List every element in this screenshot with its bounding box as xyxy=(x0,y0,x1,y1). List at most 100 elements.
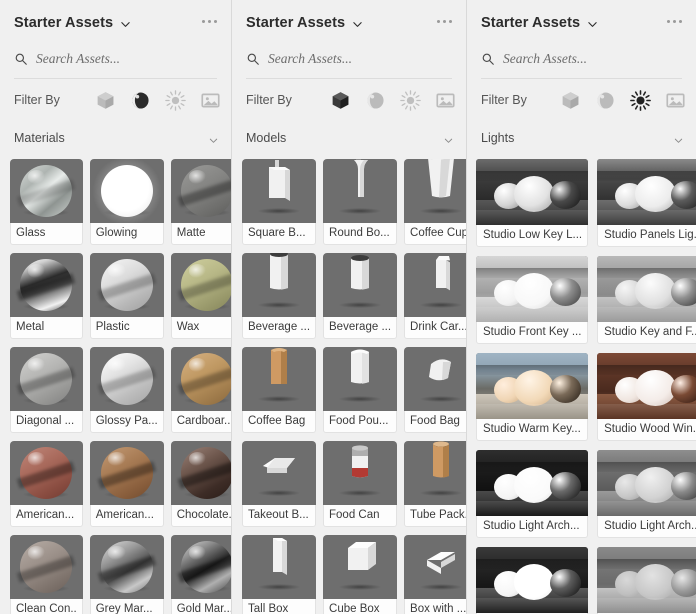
model-cube-icon[interactable] xyxy=(560,90,581,111)
asset-thumbnail[interactable] xyxy=(404,441,466,505)
search-input[interactable] xyxy=(503,51,682,67)
asset-card[interactable]: Beverage ... xyxy=(323,253,398,339)
image-icon[interactable] xyxy=(435,90,456,111)
asset-card[interactable]: Studio Light Arch... xyxy=(476,450,589,538)
asset-card[interactable]: Clean Con.. xyxy=(10,535,83,614)
asset-thumbnail[interactable] xyxy=(323,441,398,505)
asset-card[interactable]: Plastic xyxy=(89,253,164,339)
asset-thumbnail[interactable] xyxy=(170,159,231,223)
search-input[interactable] xyxy=(268,51,452,67)
asset-card[interactable]: Beverage ... xyxy=(242,253,317,339)
asset-thumbnail[interactable] xyxy=(476,353,589,419)
asset-card[interactable]: Studio Wood Win... xyxy=(597,353,696,441)
asset-thumbnail[interactable] xyxy=(89,347,164,411)
asset-card[interactable]: Studio Panels Lig... xyxy=(597,159,696,247)
asset-card[interactable]: Studio Front Key ... xyxy=(476,256,589,344)
asset-thumbnail[interactable] xyxy=(170,347,231,411)
image-icon[interactable] xyxy=(200,90,221,111)
asset-thumbnail[interactable] xyxy=(597,256,696,322)
asset-card[interactable]: Round Bo... xyxy=(323,159,398,245)
section-header-models[interactable]: Models xyxy=(232,123,466,153)
asset-card[interactable]: Glowing xyxy=(89,159,164,245)
asset-thumbnail[interactable] xyxy=(404,253,466,317)
asset-thumbnail[interactable] xyxy=(597,353,696,419)
asset-thumbnail[interactable] xyxy=(89,253,164,317)
asset-card[interactable]: Food Can xyxy=(323,441,398,527)
asset-thumbnail[interactable] xyxy=(597,450,696,516)
search-input[interactable] xyxy=(36,51,217,67)
asset-thumbnail[interactable] xyxy=(10,159,83,223)
caret-down-icon[interactable] xyxy=(208,133,219,144)
light-sun-icon[interactable] xyxy=(165,89,186,111)
light-sun-icon[interactable] xyxy=(630,89,651,111)
asset-thumbnail[interactable] xyxy=(242,159,317,223)
asset-thumbnail[interactable] xyxy=(597,159,696,225)
asset-thumbnail[interactable] xyxy=(242,347,317,411)
image-icon[interactable] xyxy=(665,90,686,111)
asset-card[interactable]: Gold Mar... xyxy=(170,535,231,614)
asset-thumbnail[interactable] xyxy=(404,347,466,411)
material-sphere-icon[interactable] xyxy=(595,90,616,111)
model-cube-icon[interactable] xyxy=(330,90,351,111)
asset-thumbnail[interactable] xyxy=(170,535,231,599)
asset-card[interactable]: Tall Box xyxy=(242,535,317,614)
search-bar[interactable] xyxy=(0,42,231,76)
chevron-down-icon[interactable] xyxy=(587,19,598,30)
caret-down-icon[interactable] xyxy=(673,133,684,144)
asset-thumbnail[interactable] xyxy=(476,159,589,225)
section-header-materials[interactable]: Materials xyxy=(0,123,231,153)
asset-card[interactable]: Food Bag xyxy=(404,347,466,433)
asset-thumbnail[interactable] xyxy=(242,535,317,599)
asset-card[interactable]: Square B... xyxy=(242,159,317,245)
asset-card[interactable]: Studio Light Arch... xyxy=(476,547,589,614)
asset-thumbnail[interactable] xyxy=(597,547,696,613)
asset-card[interactable]: Coffee Cup xyxy=(404,159,466,245)
asset-card[interactable]: Metal xyxy=(10,253,83,339)
section-header-lights[interactable]: Lights xyxy=(467,123,696,153)
asset-card[interactable]: Cube Box xyxy=(323,535,398,614)
asset-thumbnail[interactable] xyxy=(476,450,589,516)
asset-card[interactable]: Studio Key and F... xyxy=(597,256,696,344)
search-bar[interactable] xyxy=(467,42,696,76)
search-bar[interactable] xyxy=(232,42,466,76)
asset-card[interactable]: Chocolate... xyxy=(170,441,231,527)
asset-thumbnail[interactable] xyxy=(323,535,398,599)
more-options-icon[interactable] xyxy=(667,20,682,26)
asset-card[interactable]: Food Pou... xyxy=(323,347,398,433)
model-cube-icon[interactable] xyxy=(95,90,116,111)
chevron-down-icon[interactable] xyxy=(352,19,363,30)
asset-thumbnail[interactable] xyxy=(89,535,164,599)
material-sphere-icon[interactable] xyxy=(130,90,151,111)
asset-card[interactable]: Wax xyxy=(170,253,231,339)
asset-thumbnail[interactable] xyxy=(404,159,466,223)
asset-thumbnail[interactable] xyxy=(10,441,83,505)
asset-card[interactable]: Tube Pack.. xyxy=(404,441,466,527)
asset-thumbnail[interactable] xyxy=(323,347,398,411)
asset-thumbnail[interactable] xyxy=(476,256,589,322)
asset-thumbnail[interactable] xyxy=(10,347,83,411)
asset-thumbnail[interactable] xyxy=(404,535,466,599)
asset-thumbnail[interactable] xyxy=(323,253,398,317)
asset-thumbnail[interactable] xyxy=(89,159,164,223)
asset-thumbnail[interactable] xyxy=(89,441,164,505)
light-sun-icon[interactable] xyxy=(400,89,421,111)
asset-thumbnail[interactable] xyxy=(170,441,231,505)
asset-card[interactable]: Glossy Pa... xyxy=(89,347,164,433)
caret-down-icon[interactable] xyxy=(443,133,454,144)
asset-thumbnail[interactable] xyxy=(242,253,317,317)
asset-card[interactable]: American... xyxy=(89,441,164,527)
asset-thumbnail[interactable] xyxy=(170,253,231,317)
asset-card[interactable]: Cardboar... xyxy=(170,347,231,433)
asset-card[interactable]: Matte xyxy=(170,159,231,245)
asset-card[interactable]: Studio Low Key L... xyxy=(476,159,589,247)
asset-card[interactable]: Takeout B... xyxy=(242,441,317,527)
material-sphere-icon[interactable] xyxy=(365,90,386,111)
asset-card[interactable]: Studio Light Arch... xyxy=(597,450,696,538)
asset-thumbnail[interactable] xyxy=(10,535,83,599)
more-options-icon[interactable] xyxy=(202,20,217,26)
asset-card[interactable]: Diagonal ... xyxy=(10,347,83,433)
asset-thumbnail[interactable] xyxy=(323,159,398,223)
asset-card[interactable]: Studio Backlight... xyxy=(597,547,696,614)
asset-card[interactable]: Studio Warm Key... xyxy=(476,353,589,441)
asset-card[interactable]: Box with ... xyxy=(404,535,466,614)
